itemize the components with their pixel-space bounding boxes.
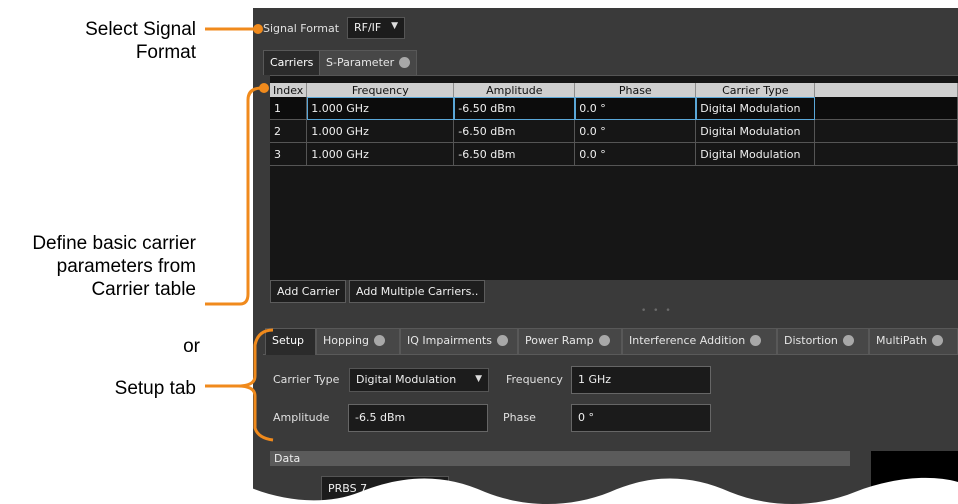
callout-connectors (205, 24, 274, 442)
connector-brace (237, 328, 274, 442)
connector-dot (259, 83, 269, 93)
connector-bracket (205, 86, 263, 306)
connector-dot (253, 24, 263, 34)
